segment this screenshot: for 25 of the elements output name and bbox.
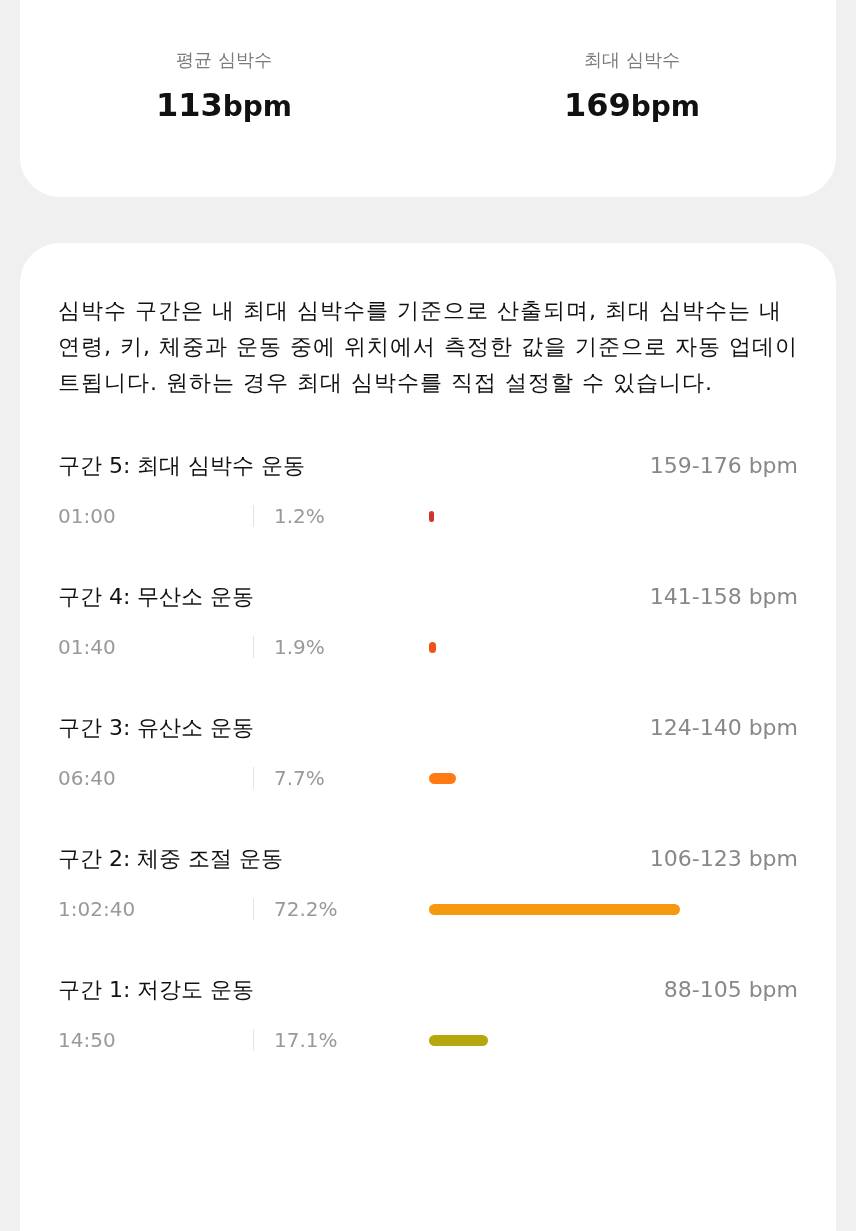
zone-percent: 17.1% <box>273 1027 339 1054</box>
zone-range: 124-140 bpm <box>649 714 798 742</box>
stat-label: 평균 심박수 <box>176 48 272 72</box>
zone-percent: 1.9% <box>273 634 326 661</box>
stat-value: 169bpm <box>563 85 701 126</box>
zone-title: 구간 2: 체중 조절 운동 <box>58 845 284 873</box>
zone-title: 구간 3: 유산소 운동 <box>58 714 255 742</box>
zone-percent: 1.2% <box>273 503 326 530</box>
zone-range: 106-123 bpm <box>649 845 798 873</box>
zone-time: 06:40 <box>58 765 117 792</box>
zone-time: 01:40 <box>58 634 117 661</box>
zone-range: 159-176 bpm <box>649 452 798 480</box>
zone-title: 구간 5: 최대 심박수 운동 <box>58 452 306 480</box>
zone-title: 구간 1: 저강도 운동 <box>58 976 255 1004</box>
zone-time: 14:50 <box>58 1027 117 1054</box>
stat-value: 113bpm <box>155 85 293 126</box>
stat-label: 최대 심박수 <box>584 48 680 72</box>
zone-percent: 72.2% <box>273 896 339 923</box>
zone-title: 구간 4: 무산소 운동 <box>58 583 255 611</box>
description-text: 심박수 구간은 내 최대 심박수를 기준으로 산출되며, 최대 심박수는 내 연령, 키, 체중과 운동 중에 위치에서 측정한 값을 기준으로 자동 업데이트됩니다. 원하는 경우 최대 심박수를 직접 설정할 수 있습니다. <box>58 297 798 397</box>
zone-time: 1:02:40 <box>58 896 137 923</box>
zone-percent: 7.7% <box>273 765 326 792</box>
zone-range: 141-158 bpm <box>649 583 798 611</box>
zone-range: 88-105 bpm <box>663 976 798 1004</box>
zone-time: 01:00 <box>58 503 117 530</box>
